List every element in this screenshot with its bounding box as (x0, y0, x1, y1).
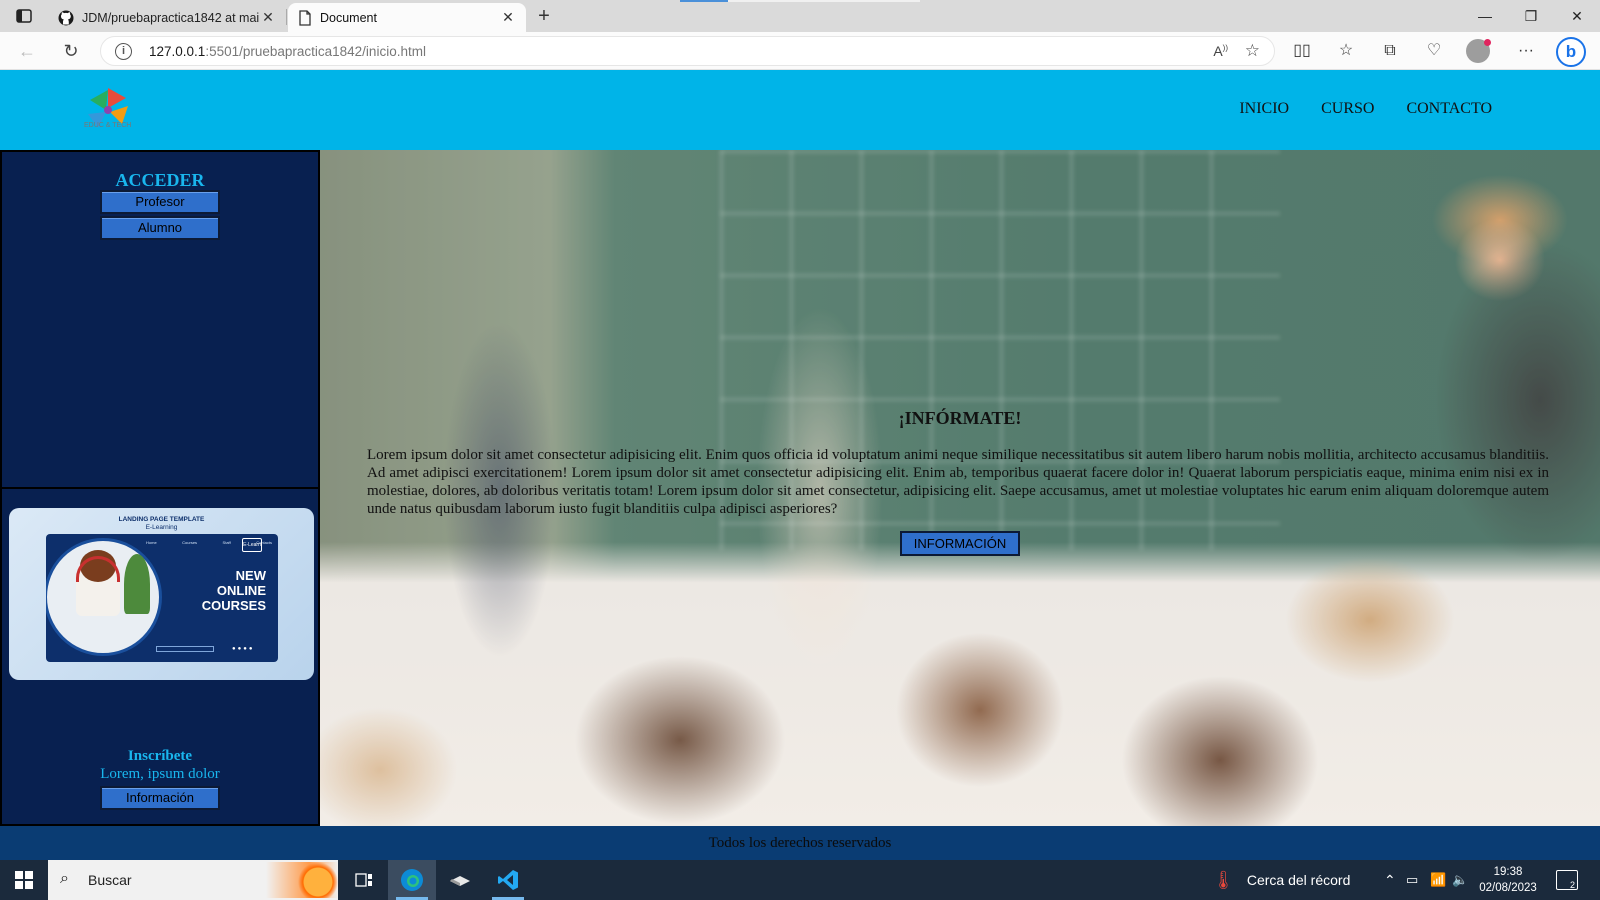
browser-tab-bar: JDM/pruebapractica1842 at main ✕ Documen… (0, 0, 1600, 32)
signup-heading: Inscríbete (127, 748, 193, 764)
promo-header: LANDING PAGE TEMPLATE E-Learning (9, 516, 314, 532)
collections-icon[interactable]: ⧉ (1376, 38, 1404, 64)
plant-icon (124, 554, 150, 614)
battery-icon[interactable]: ▭ (1406, 860, 1418, 900)
weather-text: Cerca del récord (1246, 872, 1351, 888)
web-page: EDUC & TECH INICIO CURSO CONTACTO ACCEDE… (0, 70, 1600, 860)
tab-github[interactable]: JDM/pruebapractica1842 at main ✕ (48, 3, 286, 32)
site-info-icon[interactable]: i (115, 43, 132, 60)
nav-inicio[interactable]: INICIO (1239, 100, 1289, 118)
url-host: 127.0.0.1 (149, 44, 206, 59)
windows-start-icon[interactable] (0, 860, 48, 900)
promo-nav-item: Home (146, 540, 157, 545)
profile-status-dot (1484, 39, 1491, 46)
site-footer: Todos los derechos reservados (0, 826, 1600, 860)
search-icon: ⌕ (60, 870, 69, 887)
new-tab-icon[interactable]: + (532, 4, 556, 28)
profesor-button[interactable]: Profesor (100, 190, 220, 214)
app-icon[interactable] (436, 860, 484, 900)
system-clock[interactable]: 19:38 02/08/2023 (1478, 864, 1538, 896)
taskbar-search[interactable]: ⌕ Buscar (48, 860, 338, 900)
nav-contacto[interactable]: CONTACTO (1406, 100, 1492, 118)
url-path: :5501/pruebapractica1842/inicio.html (205, 44, 426, 59)
task-view-icon[interactable] (340, 860, 388, 900)
promo-nav-item: Staff (222, 540, 231, 545)
tab-separator (286, 9, 287, 25)
tab-actions-icon[interactable] (10, 6, 38, 26)
tab-title: Document (320, 10, 377, 25)
restore-icon[interactable]: ❐ (1508, 0, 1554, 32)
favorite-star-icon[interactable]: ☆ (1245, 41, 1260, 61)
login-heading: ACCEDER (115, 170, 205, 190)
show-hidden-icons[interactable]: ⌃ (1384, 860, 1396, 900)
url-text[interactable]: 127.0.0.1:5501/pruebapractica1842/inicio… (149, 44, 426, 59)
browser-essentials-icon[interactable]: ♡ (1420, 38, 1448, 64)
loading-indicator-track (728, 0, 920, 2)
wifi-icon[interactable]: 📶 (1430, 860, 1446, 900)
read-aloud-icon[interactable]: A)) (1213, 43, 1228, 59)
github-icon (58, 10, 74, 25)
back-arrow-icon[interactable]: ← (14, 39, 40, 63)
minimize-icon[interactable]: — (1462, 0, 1508, 32)
address-toolbar: ← ↻ i 127.0.0.1:5501/pruebapractica1842/… (0, 32, 1600, 70)
weather-widget[interactable]: 🌡 Cerca del récord (1212, 860, 1350, 900)
signup-text: Lorem, ipsum dolor (100, 766, 220, 782)
clock-time: 19:38 (1493, 866, 1523, 878)
loading-indicator (680, 0, 728, 2)
nav-curso[interactable]: CURSO (1321, 100, 1374, 118)
main-nav: INICIO CURSO CONTACTO (1239, 100, 1492, 118)
informacion-button[interactable]: Información (100, 786, 220, 810)
alumno-button[interactable]: Alumno (100, 216, 220, 240)
clock-date: 02/08/2023 (1479, 882, 1537, 894)
notification-count: 2 (1569, 880, 1575, 890)
close-window-icon[interactable]: ✕ (1554, 0, 1600, 32)
vscode-icon[interactable] (484, 860, 532, 900)
promo-title: NEW ONLINE COURSES (201, 568, 266, 613)
hero-informacion-button[interactable]: INFORMACIÓN (900, 531, 1020, 556)
favorites-icon[interactable]: ☆ (1332, 38, 1360, 64)
tab-close-icon[interactable]: ✕ (500, 9, 516, 26)
footer-text: Todos los derechos reservados (708, 835, 892, 851)
windows-taskbar: ⌕ Buscar 🌡 Cerca del récord ⌃ ▭ 📶 🔈 19:3… (0, 860, 1600, 900)
more-options-icon[interactable]: ··· (1512, 38, 1540, 64)
promo-card: Home Courses Staff Contacts E-Learn NEW … (46, 534, 278, 662)
split-screen-icon[interactable]: ▯▯ (1288, 38, 1316, 64)
hero-title: ¡INFÓRMATE! (898, 408, 1022, 428)
social-icons: ●●●● (232, 646, 255, 652)
promo-header-line2: E-Learning (145, 524, 178, 531)
promo-header-line1: LANDING PAGE TEMPLATE (118, 516, 205, 523)
sidebar: ACCEDER Profesor Alumno LANDING PAGE TEM… (0, 150, 320, 826)
copilot-icon[interactable]: b (1556, 37, 1586, 67)
reload-icon[interactable]: ↻ (58, 39, 84, 63)
search-highlight-image (266, 862, 338, 898)
hero-text: Lorem ipsum dolor sit amet consectetur a… (367, 447, 1549, 517)
hero-section: ¡INFÓRMATE! Lorem ipsum dolor sit amet c… (320, 150, 1600, 826)
site-header: EDUC & TECH INICIO CURSO CONTACTO (0, 70, 1600, 150)
tab-document[interactable]: Document ✕ (288, 3, 526, 32)
tab-close-icon[interactable]: ✕ (260, 9, 276, 26)
promo-nav-item: Courses (182, 540, 198, 545)
notifications-icon[interactable]: 2 (1556, 870, 1578, 890)
logo-text: EDUC & TECH (84, 122, 132, 129)
search-placeholder: Buscar (88, 872, 132, 888)
promo-signup-bar (156, 646, 214, 652)
address-bar[interactable]: i 127.0.0.1:5501/pruebapractica1842/inic… (100, 36, 1275, 66)
promo-badge: E-Learn (242, 538, 262, 552)
volume-icon[interactable]: 🔈 (1452, 860, 1468, 900)
tab-title: JDM/pruebapractica1842 at main (82, 10, 260, 25)
document-icon (299, 9, 311, 26)
course-promo-image[interactable]: LANDING PAGE TEMPLATE E-Learning Home Co… (9, 508, 314, 680)
edge-browser-icon[interactable] (388, 860, 436, 900)
thermometer-icon: 🌡 (1212, 869, 1235, 890)
login-panel: ACCEDER Profesor Alumno (2, 152, 318, 489)
